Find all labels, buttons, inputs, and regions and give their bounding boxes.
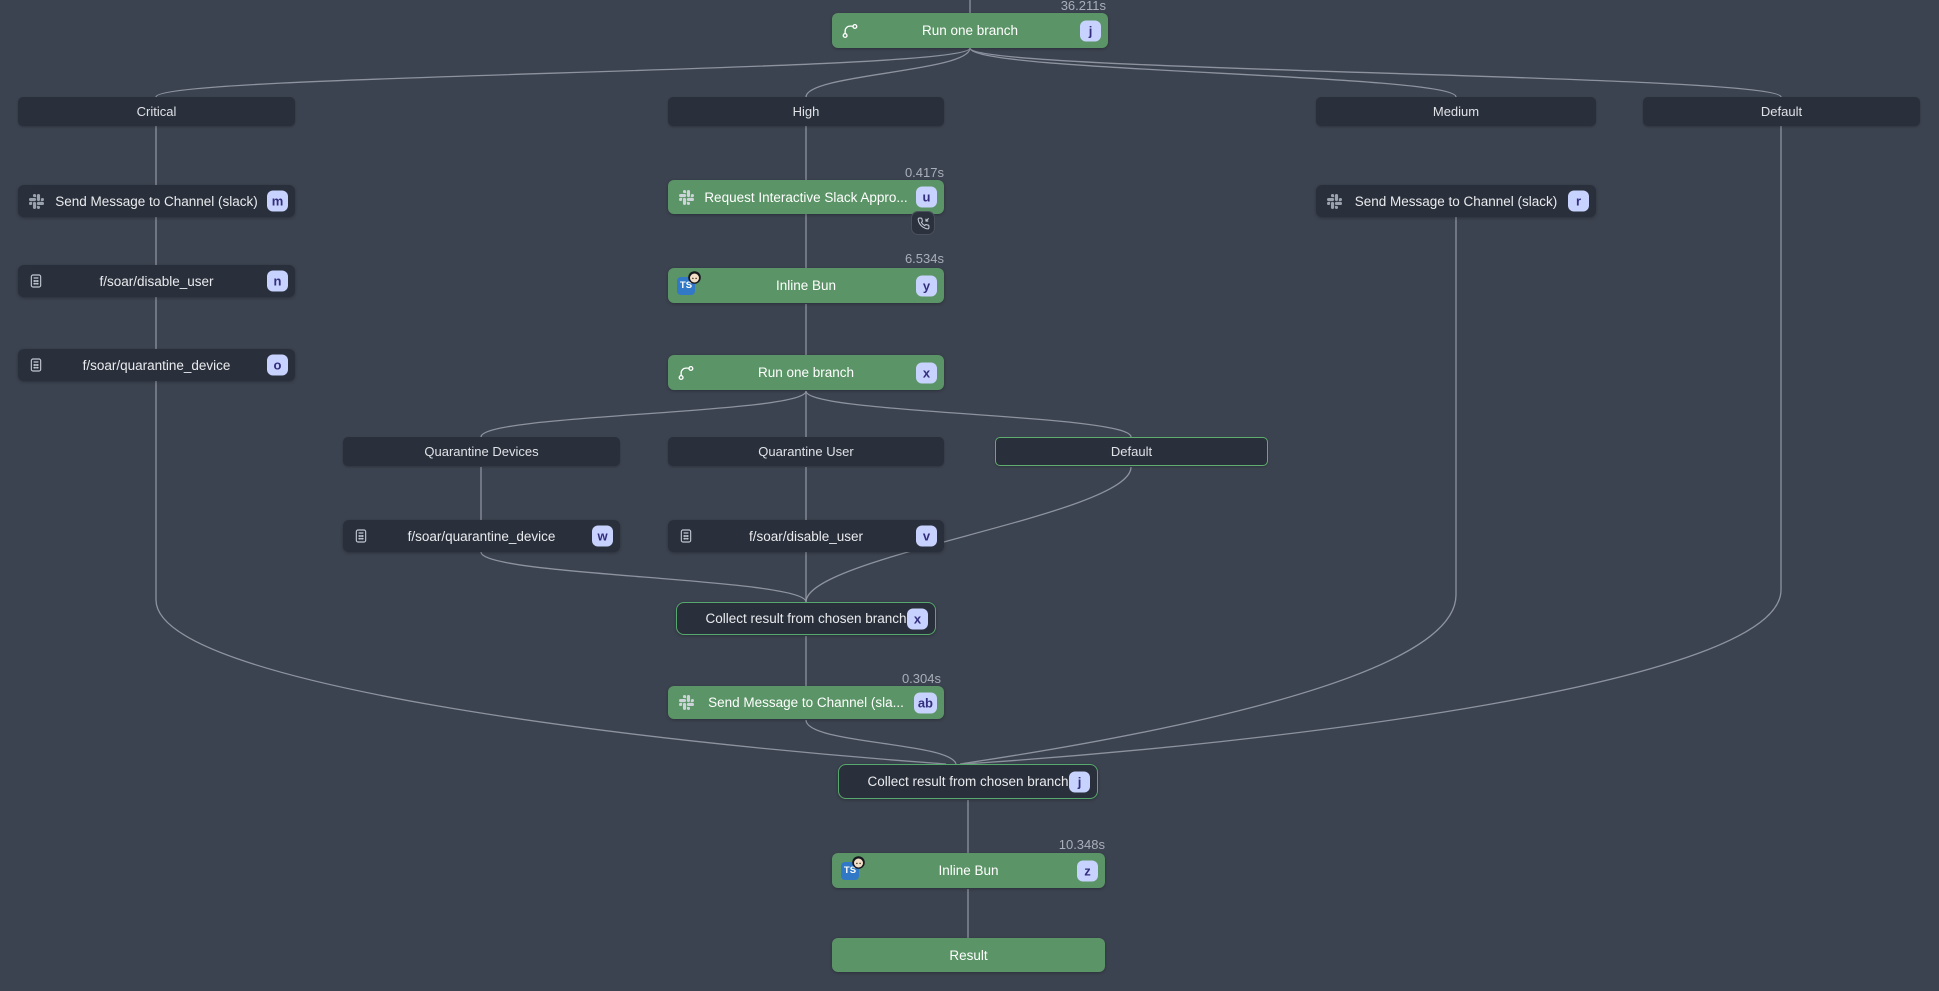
node-run-one-branch-root[interactable]: Run one branch j bbox=[832, 13, 1108, 48]
branch-header-medium[interactable]: Medium bbox=[1316, 97, 1596, 126]
timing-inline-bun-high: 6.534s bbox=[854, 251, 944, 266]
node-result[interactable]: Result bbox=[832, 938, 1105, 972]
node-script-quarantine-device-critical[interactable]: f/soar/quarantine_device o bbox=[18, 349, 295, 381]
branch-header-label: Default bbox=[1761, 104, 1802, 119]
subbranch-header-quarantine-user[interactable]: Quarantine User bbox=[668, 437, 944, 466]
step-id-badge: n bbox=[267, 271, 288, 292]
step-id-badge: x bbox=[916, 362, 937, 383]
node-send-message-critical[interactable]: Send Message to Channel (slack) m bbox=[18, 185, 295, 217]
node-label: Collect result from chosen branch bbox=[705, 611, 906, 626]
branch-header-default[interactable]: Default bbox=[1643, 97, 1920, 126]
node-label: f/soar/disable_user bbox=[99, 274, 213, 289]
git-branch-icon bbox=[677, 364, 695, 382]
script-icon bbox=[677, 527, 695, 545]
node-label: Result bbox=[949, 948, 987, 963]
node-label: Collect result from chosen branch bbox=[867, 774, 1068, 789]
node-label: f/soar/quarantine_device bbox=[408, 529, 556, 544]
step-id-badge: ab bbox=[914, 692, 937, 713]
branch-header-high[interactable]: High bbox=[668, 97, 944, 126]
slack-icon bbox=[27, 192, 45, 210]
script-icon bbox=[352, 527, 370, 545]
typescript-bun-icon: TS bbox=[677, 277, 695, 295]
branch-header-critical[interactable]: Critical bbox=[18, 97, 295, 126]
timing-inline-bun-final: 10.348s bbox=[1015, 837, 1105, 852]
flow-edges bbox=[0, 0, 1939, 991]
branch-header-label: High bbox=[793, 104, 820, 119]
step-id-badge: j bbox=[1080, 20, 1101, 41]
node-script-disable-user-critical[interactable]: f/soar/disable_user n bbox=[18, 265, 295, 297]
branch-header-label: Default bbox=[1111, 444, 1152, 459]
step-id-badge: v bbox=[916, 526, 937, 547]
flow-graph-canvas: 36.211s Run one branch j Critical High M… bbox=[0, 0, 1939, 991]
typescript-bun-icon: TS bbox=[841, 862, 859, 880]
node-collect-result-high[interactable]: Collect result from chosen branch x bbox=[676, 602, 936, 635]
node-request-slack-approval[interactable]: Request Interactive Slack Appro... u bbox=[668, 180, 944, 214]
timing-send-message-high: 0.304s bbox=[851, 671, 941, 686]
node-label: f/soar/disable_user bbox=[749, 529, 863, 544]
node-label: Send Message to Channel (slack) bbox=[1355, 194, 1558, 209]
branch-header-label: Medium bbox=[1433, 104, 1479, 119]
timing-approval: 0.417s bbox=[854, 165, 944, 180]
step-id-badge: y bbox=[916, 275, 937, 296]
node-collect-result-root[interactable]: Collect result from chosen branch j bbox=[838, 764, 1098, 799]
git-branch-icon bbox=[841, 22, 859, 40]
step-id-badge: o bbox=[267, 355, 288, 376]
node-label: Send Message to Channel (sla... bbox=[708, 695, 904, 710]
step-id-badge: x bbox=[907, 608, 928, 629]
slack-icon bbox=[677, 694, 695, 712]
node-label: Run one branch bbox=[922, 23, 1018, 38]
step-id-badge: z bbox=[1077, 860, 1098, 881]
branch-header-label: Critical bbox=[137, 104, 177, 119]
node-send-message-medium[interactable]: Send Message to Channel (slack) r bbox=[1316, 185, 1596, 217]
step-id-badge: r bbox=[1568, 191, 1589, 212]
subbranch-header-quarantine-devices[interactable]: Quarantine Devices bbox=[343, 437, 620, 466]
node-send-message-high[interactable]: Send Message to Channel (sla... ab bbox=[668, 686, 944, 719]
node-label: f/soar/quarantine_device bbox=[83, 358, 231, 373]
step-id-badge: m bbox=[267, 191, 288, 212]
node-inline-bun-high[interactable]: TS Inline Bun y bbox=[668, 268, 944, 303]
branch-header-label: Quarantine User bbox=[758, 444, 853, 459]
node-inline-bun-final[interactable]: TS Inline Bun z bbox=[832, 853, 1105, 888]
node-label: Inline Bun bbox=[776, 278, 836, 293]
node-label: Run one branch bbox=[758, 365, 854, 380]
node-label: Inline Bun bbox=[938, 863, 998, 878]
node-label: Send Message to Channel (slack) bbox=[55, 194, 258, 209]
branch-header-label: Quarantine Devices bbox=[424, 444, 538, 459]
step-id-badge: j bbox=[1069, 771, 1090, 792]
step-id-badge: u bbox=[916, 187, 937, 208]
subbranch-header-default-selected[interactable]: Default bbox=[995, 437, 1268, 466]
slack-icon bbox=[677, 188, 695, 206]
node-label: Request Interactive Slack Appro... bbox=[704, 190, 907, 205]
slack-icon bbox=[1325, 192, 1343, 210]
node-script-quarantine-device-sub[interactable]: f/soar/quarantine_device w bbox=[343, 520, 620, 552]
node-script-disable-user-sub[interactable]: f/soar/disable_user v bbox=[668, 520, 944, 552]
script-icon bbox=[27, 272, 45, 290]
step-id-badge: w bbox=[592, 526, 613, 547]
phone-callback-icon bbox=[911, 211, 935, 235]
script-icon bbox=[27, 356, 45, 374]
timing-root: 36.211s bbox=[1016, 0, 1106, 13]
node-run-one-branch-high[interactable]: Run one branch x bbox=[668, 355, 944, 390]
